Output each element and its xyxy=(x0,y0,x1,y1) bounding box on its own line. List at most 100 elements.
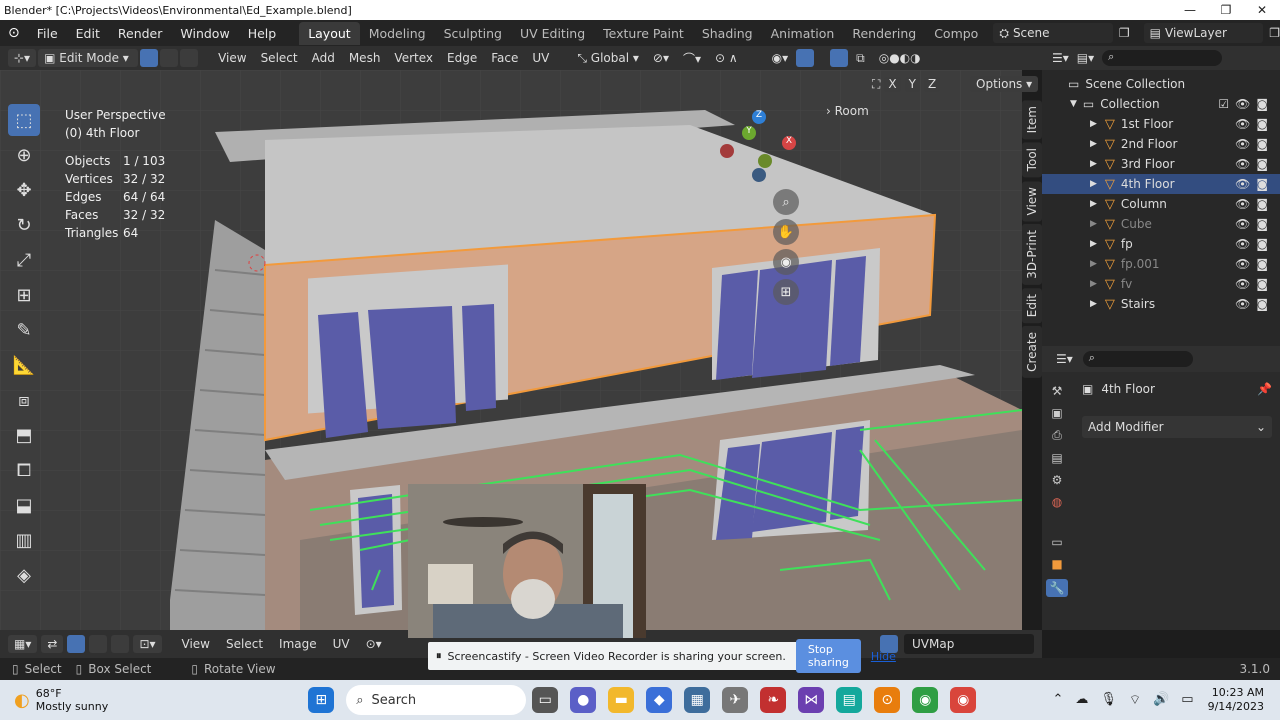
proportional-edit-icon[interactable]: ⊙ ∧ xyxy=(709,49,744,67)
scene-tab-icon[interactable]: ⚙ xyxy=(1052,473,1063,487)
editor-type-icon[interactable]: ☰▾ xyxy=(1052,51,1069,65)
bevel-tool-icon[interactable]: ⬓ xyxy=(8,489,40,521)
outliner-item[interactable]: ▶ ▽ fv 👁 ◙ xyxy=(1042,274,1280,294)
expand-icon[interactable]: ▶ xyxy=(1090,139,1097,149)
chevron-up-icon[interactable]: ⌃ xyxy=(1052,692,1063,708)
pin-icon[interactable]: 📌 xyxy=(1257,382,1272,396)
uv-menu-uv[interactable]: UV xyxy=(327,635,356,653)
hide-link[interactable]: Hide xyxy=(871,650,896,663)
camera-icon[interactable]: ◙ xyxy=(1256,117,1268,131)
camera-icon[interactable]: ◙ xyxy=(1256,97,1268,111)
eye-icon[interactable]: 👁 xyxy=(1235,177,1250,191)
menu-select[interactable]: Select xyxy=(255,49,304,67)
expand-icon[interactable]: ▶ xyxy=(1090,259,1097,269)
eye-icon[interactable]: 👁 xyxy=(1235,117,1250,131)
tab-texture-paint[interactable]: Texture Paint xyxy=(594,22,693,45)
clock[interactable]: 10:23 AM 9/14/2023 xyxy=(1208,686,1264,714)
tab-shading[interactable]: Shading xyxy=(693,22,762,45)
tab-layout[interactable]: Layout xyxy=(299,21,360,45)
tool-tab-icon[interactable]: ⚒ xyxy=(1052,384,1063,398)
menu-edge[interactable]: Edge xyxy=(441,49,483,67)
camera-icon[interactable]: ◙ xyxy=(1256,297,1268,311)
tab-animation[interactable]: Animation xyxy=(762,22,844,45)
editor-type-dropdown[interactable]: ⊹▾ xyxy=(8,49,37,67)
mode-dropdown[interactable]: ▣ Edit Mode ▾ xyxy=(38,49,139,67)
tab-modeling[interactable]: Modeling xyxy=(360,22,435,45)
uv-sync-icon[interactable]: ⇄ xyxy=(41,635,64,653)
outliner-item[interactable]: ▶ ▽ 1st Floor 👁 ◙ xyxy=(1042,114,1280,134)
camera-icon[interactable]: ◙ xyxy=(1256,257,1268,271)
rotate-tool-icon[interactable]: ↻ xyxy=(8,209,40,241)
annotate-tool-icon[interactable]: ✎ xyxy=(8,314,40,346)
mic-icon[interactable]: 🎙 xyxy=(1100,692,1117,708)
tab-compositing[interactable]: Compo xyxy=(925,22,987,45)
navigation-gizmo[interactable]: Z Y X xyxy=(720,110,800,190)
cursor-tool-icon[interactable]: ⊕ xyxy=(8,139,40,171)
uv-menu-select[interactable]: Select xyxy=(220,635,269,653)
eye-icon[interactable]: 👁 xyxy=(1235,97,1250,111)
blender-icon[interactable]: ⊙ xyxy=(874,687,901,713)
app-icon[interactable]: ◆ xyxy=(646,687,673,713)
new-view-layer-icon[interactable]: ❐ xyxy=(1269,26,1280,40)
expand-icon[interactable]: ▶ xyxy=(1090,299,1097,309)
close-button[interactable]: ✕ xyxy=(1244,3,1280,17)
uv-mode-dropdown[interactable]: ⊡▾ xyxy=(133,635,162,653)
expand-icon[interactable]: ▶ xyxy=(1090,199,1097,209)
expand-icon[interactable]: ▶ xyxy=(1090,219,1097,229)
xray-icon[interactable]: ⧉ xyxy=(850,49,871,68)
scale-tool-icon[interactable]: ⤢ xyxy=(8,244,40,276)
eye-icon[interactable]: 👁 xyxy=(1235,217,1250,231)
menu-window[interactable]: Window xyxy=(171,26,238,41)
tab-edit[interactable]: Edit xyxy=(1022,287,1042,324)
shading-modes-icon[interactable]: ◎●◐◑ xyxy=(873,49,927,67)
move-tool-icon[interactable]: ✥ xyxy=(8,174,40,206)
visibility-icon[interactable]: ◉▾ xyxy=(766,49,795,67)
options-dropdown[interactable]: Options ▾ xyxy=(970,76,1039,92)
properties-search[interactable]: ⌕ xyxy=(1082,351,1193,367)
gizmo-y-axis[interactable]: Y xyxy=(742,126,756,140)
editor-type-dropdown[interactable]: ▦▾ xyxy=(8,635,38,653)
camera-icon[interactable]: ◙ xyxy=(1256,217,1268,231)
new-scene-icon[interactable]: ❐ xyxy=(1119,26,1130,40)
menu-file[interactable]: File xyxy=(28,26,67,41)
uv-pivot-icon[interactable]: ⊙▾ xyxy=(360,635,388,653)
display-mode-icon[interactable]: ▤▾ xyxy=(1077,51,1094,65)
maximize-button[interactable]: ❐ xyxy=(1208,3,1244,17)
ortho-grid-icon[interactable]: ⊞ xyxy=(773,279,799,305)
camera-icon[interactable]: ◙ xyxy=(1256,157,1268,171)
tab-uv-editing[interactable]: UV Editing xyxy=(511,22,594,45)
gizmo-neg-z[interactable] xyxy=(752,168,766,182)
menu-view[interactable]: View xyxy=(212,49,252,67)
gizmo-neg-y[interactable] xyxy=(758,154,772,168)
pause-icon[interactable]: ⏸ xyxy=(436,649,442,663)
add-modifier-dropdown[interactable]: Add Modifier ⌄ xyxy=(1082,416,1272,438)
extrude-tool-icon[interactable]: ⬒ xyxy=(8,419,40,451)
camera-icon[interactable]: ◙ xyxy=(1256,177,1268,191)
eye-icon[interactable]: 👁 xyxy=(1235,137,1250,151)
menu-help[interactable]: Help xyxy=(239,26,286,41)
teams-icon[interactable]: ● xyxy=(570,687,597,713)
expand-icon[interactable]: ▶ xyxy=(1090,119,1097,129)
tray-icons[interactable]: ⌃ ☁ 🎙 ⌔ 🔊 ▭ xyxy=(1052,692,1193,708)
uv-menu-view[interactable]: View xyxy=(176,635,216,653)
camera-icon[interactable]: ◙ xyxy=(1256,237,1268,251)
minimize-button[interactable]: — xyxy=(1172,3,1208,17)
menu-vertex[interactable]: Vertex xyxy=(388,49,439,67)
vertex-select-icon[interactable] xyxy=(140,49,159,67)
expand-icon[interactable]: ▶ xyxy=(1090,179,1097,189)
outliner-item[interactable]: ▶ ▽ 4th Floor 👁 ◙ xyxy=(1042,174,1280,194)
world-tab-icon[interactable]: ◍ xyxy=(1052,495,1062,509)
outliner-item[interactable]: ▶ ▽ Column 👁 ◙ xyxy=(1042,194,1280,214)
uv-edge-select-icon[interactable] xyxy=(89,635,108,653)
menu-mesh[interactable]: Mesh xyxy=(343,49,387,67)
render-tab-icon[interactable]: ▣ xyxy=(1051,406,1062,420)
edge-select-icon[interactable] xyxy=(160,49,179,67)
camera-icon[interactable]: ◙ xyxy=(1256,277,1268,291)
collection-row[interactable]: ▼ ▭ Collection ☑ 👁 ◙ xyxy=(1042,94,1280,114)
eye-icon[interactable]: 👁 xyxy=(1235,277,1250,291)
inset-tool-icon[interactable]: ⧠ xyxy=(8,454,40,486)
tab-view[interactable]: View xyxy=(1022,180,1042,222)
loop-cut-tool-icon[interactable]: ▥ xyxy=(8,524,40,556)
tab-item[interactable]: Item xyxy=(1022,100,1042,140)
taskbar-search[interactable]: ⌕ Search xyxy=(346,685,527,715)
